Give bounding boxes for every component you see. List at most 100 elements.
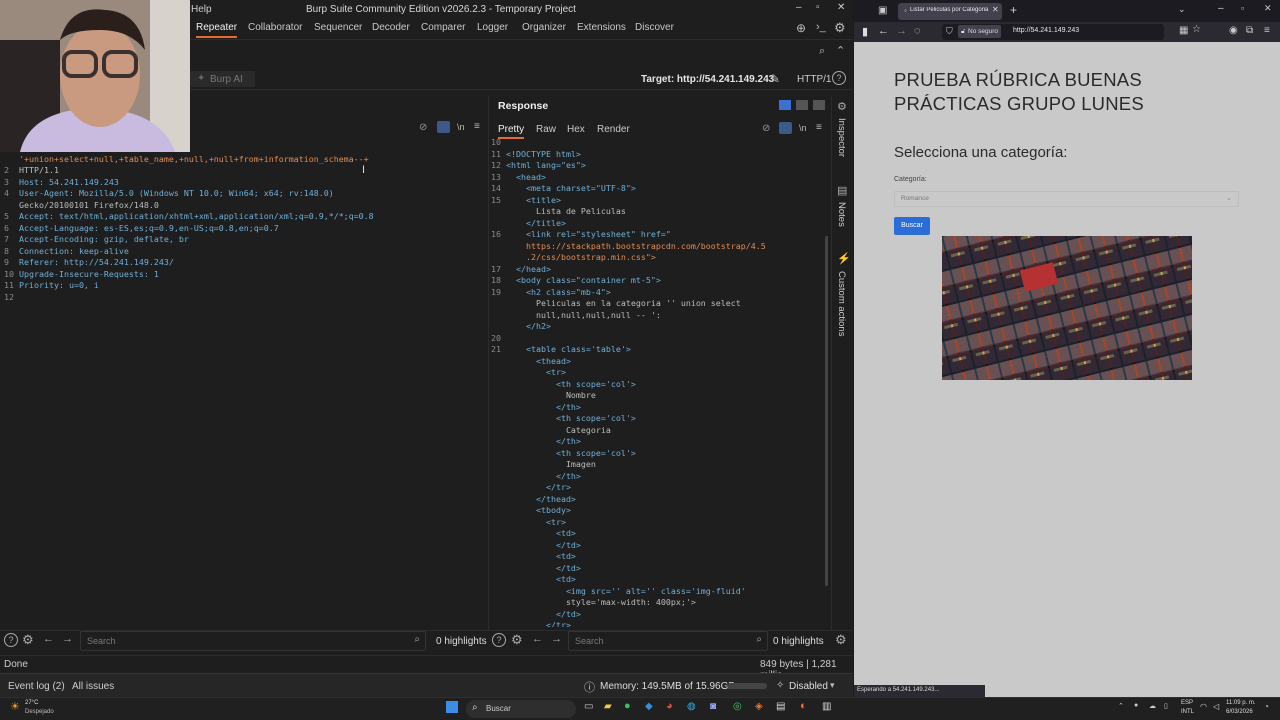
response-line[interactable]: </tr> [491, 482, 823, 494]
response-line[interactable]: <th scope='col'> [491, 413, 823, 425]
clock-date[interactable]: 6/03/2026 [1226, 709, 1253, 715]
tab-hex[interactable]: Hex [567, 124, 585, 135]
response-line[interactable]: 19 <h2 class="mb-4"> [491, 287, 823, 299]
start-icon[interactable] [446, 701, 458, 713]
notes-app-icon[interactable]: ▥ [822, 701, 831, 712]
help-menu[interactable]: Help [191, 4, 212, 15]
reader-icon[interactable]: ▦ [1179, 25, 1188, 36]
response-code[interactable]: 10 11 <!DOCTYPE html> 12 <html lang="es">… [491, 137, 823, 627]
help-icon[interactable]: ? [492, 633, 506, 647]
request-editor[interactable]: ia= '+union+select+null,+table_name,+nul… [0, 140, 487, 630]
chevron-down-icon[interactable]: ▾ [830, 680, 835, 691]
keyboard-layout[interactable]: INTL [1181, 709, 1194, 715]
bookmark-star-icon[interactable]: ☆ [1192, 24, 1201, 35]
response-line[interactable]: <tr> [491, 367, 823, 379]
response-line[interactable]: </title> [491, 218, 823, 230]
response-line[interactable]: </td> [491, 540, 823, 552]
request-line[interactable]: Gecko/20100101 Firefox/148.0 [4, 200, 374, 212]
response-line[interactable]: </td> [491, 609, 823, 621]
response-line[interactable]: 12 <html lang="es"> [491, 160, 823, 172]
response-line[interactable]: 20 [491, 333, 823, 345]
weather-icon[interactable]: ☀ [10, 700, 20, 713]
chevron-down-icon[interactable]: ⌄ [1178, 4, 1186, 15]
response-line[interactable]: </thead> [491, 494, 823, 506]
menu-icon[interactable]: ≡ [816, 122, 822, 133]
volume-icon[interactable]: ◁ [1213, 702, 1219, 711]
disabled-status[interactable]: Disabled [789, 681, 828, 692]
response-line[interactable]: 17 </head> [491, 264, 823, 276]
tray-cloud-icon[interactable]: ☁ [1149, 702, 1156, 710]
minimize-icon[interactable]: – [1218, 3, 1224, 14]
response-line[interactable]: <td> [491, 551, 823, 563]
request-line[interactable]: 9 Referer: http://54.241.149.243/ [4, 257, 374, 269]
back-arrow-icon[interactable]: ← [43, 633, 54, 645]
newline-icon[interactable]: \n [457, 122, 465, 132]
hide-icon[interactable]: ⊘ [762, 123, 770, 134]
notifications-icon[interactable]: ◔ [1264, 702, 1269, 711]
response-line[interactable]: <td> [491, 574, 823, 586]
maximize-icon[interactable]: ▫ [816, 2, 820, 13]
close-icon[interactable]: ✕ [837, 2, 845, 13]
response-line[interactable]: null,null,null,null -- ': [491, 310, 823, 322]
back-arrow-icon[interactable]: ← [532, 633, 543, 645]
event-log-link[interactable]: Event log (2) [8, 681, 65, 692]
response-line[interactable]: <td> [491, 528, 823, 540]
side-tab-inspector[interactable]: Inspector [836, 118, 847, 157]
http-version[interactable]: HTTP/1 [797, 74, 831, 85]
side-tab-custom-actions[interactable]: Custom actions [836, 271, 847, 336]
response-line[interactable]: <th scope='col'> [491, 379, 823, 391]
edge-icon[interactable]: ◍ [687, 701, 696, 712]
response-line[interactable]: 13 <head> [491, 172, 823, 184]
request-line[interactable]: 5 Accept: text/html,application/xhtml+xm… [4, 211, 374, 223]
new-tab-icon[interactable]: + [1010, 3, 1017, 17]
close-window-icon[interactable]: ✕ [1264, 3, 1272, 14]
response-line[interactable]: </th> [491, 402, 823, 414]
weather-temp[interactable]: 27°C [25, 700, 38, 706]
wrap-icon[interactable] [779, 122, 792, 134]
response-line[interactable]: 14 <meta charset="UTF-8"> [491, 183, 823, 195]
close-tab-icon[interactable]: ✕ [992, 5, 999, 14]
response-line[interactable]: </th> [491, 471, 823, 483]
request-line[interactable]: 8 Connection: keep-alive [4, 246, 374, 258]
request-line[interactable]: 7 Accept-Encoding: gzip, deflate, br [4, 234, 374, 246]
spotify-icon[interactable]: ● [624, 700, 631, 712]
response-line[interactable]: </td> [491, 563, 823, 575]
response-line[interactable]: 10 [491, 137, 823, 149]
chrome-icon[interactable]: ◕ [666, 700, 673, 712]
whatsapp-icon[interactable]: ◎ [733, 701, 742, 712]
tray-device-icon[interactable]: ▯ [1164, 702, 1168, 710]
taskbar-search[interactable]: ⌕ Buscar [466, 700, 576, 718]
menu-icon[interactable]: ≡ [474, 121, 480, 132]
response-line[interactable]: Imagen [491, 459, 823, 471]
shield-icon[interactable]: ⛉ [946, 26, 953, 37]
request-line[interactable]: 4 User-Agent: Mozilla/5.0 (Windows NT 10… [4, 188, 374, 200]
response-line[interactable]: </tr> [491, 620, 823, 627]
request-line[interactable]: 6 Accept-Language: es-ES,es;q=0.9,en-US;… [4, 223, 374, 235]
terminal-icon[interactable]: ›_ [816, 21, 826, 33]
layout-horizontal-icon[interactable] [796, 100, 808, 110]
minimize-icon[interactable]: – [796, 2, 802, 13]
response-line[interactable]: <tr> [491, 517, 823, 529]
tab-repeater[interactable]: Repeater [196, 22, 238, 38]
sidebar-icon[interactable]: ▮ [862, 25, 868, 38]
firefox-icon[interactable]: ◐ [800, 700, 807, 712]
hide-icon[interactable]: ⊘ [419, 122, 427, 133]
response-line[interactable]: <img src='' alt='' class='img-fluid' [491, 586, 823, 598]
search-icon[interactable]: ⌕ [819, 45, 825, 58]
response-line[interactable]: 11 <!DOCTYPE html> [491, 149, 823, 161]
weather-desc[interactable]: Despejado [25, 709, 54, 715]
request-line[interactable]: 3 Host: 54.241.149.243 [4, 177, 374, 189]
tab-discover[interactable]: Discover [635, 22, 674, 33]
request-line[interactable]: '+union+select+null,+table_name,+null,+n… [4, 154, 374, 166]
response-line[interactable]: Lista de Peliculas [491, 206, 823, 218]
file-explorer-icon[interactable]: ▰ [604, 701, 612, 712]
response-line[interactable]: </h2> [491, 321, 823, 333]
custom-actions-icon[interactable]: ⚡ [837, 252, 851, 265]
response-line[interactable]: 15 <title> [491, 195, 823, 207]
url-text[interactable]: http://54.241.149.243 [1013, 27, 1079, 34]
burp-icon[interactable]: ◈ [755, 701, 763, 712]
newline-icon[interactable]: \n [799, 123, 807, 133]
task-view-icon[interactable]: ▭ [584, 701, 593, 712]
tray-chevron-icon[interactable]: ⌃ [1118, 702, 1124, 710]
tab-sequencer[interactable]: Sequencer [314, 22, 362, 33]
